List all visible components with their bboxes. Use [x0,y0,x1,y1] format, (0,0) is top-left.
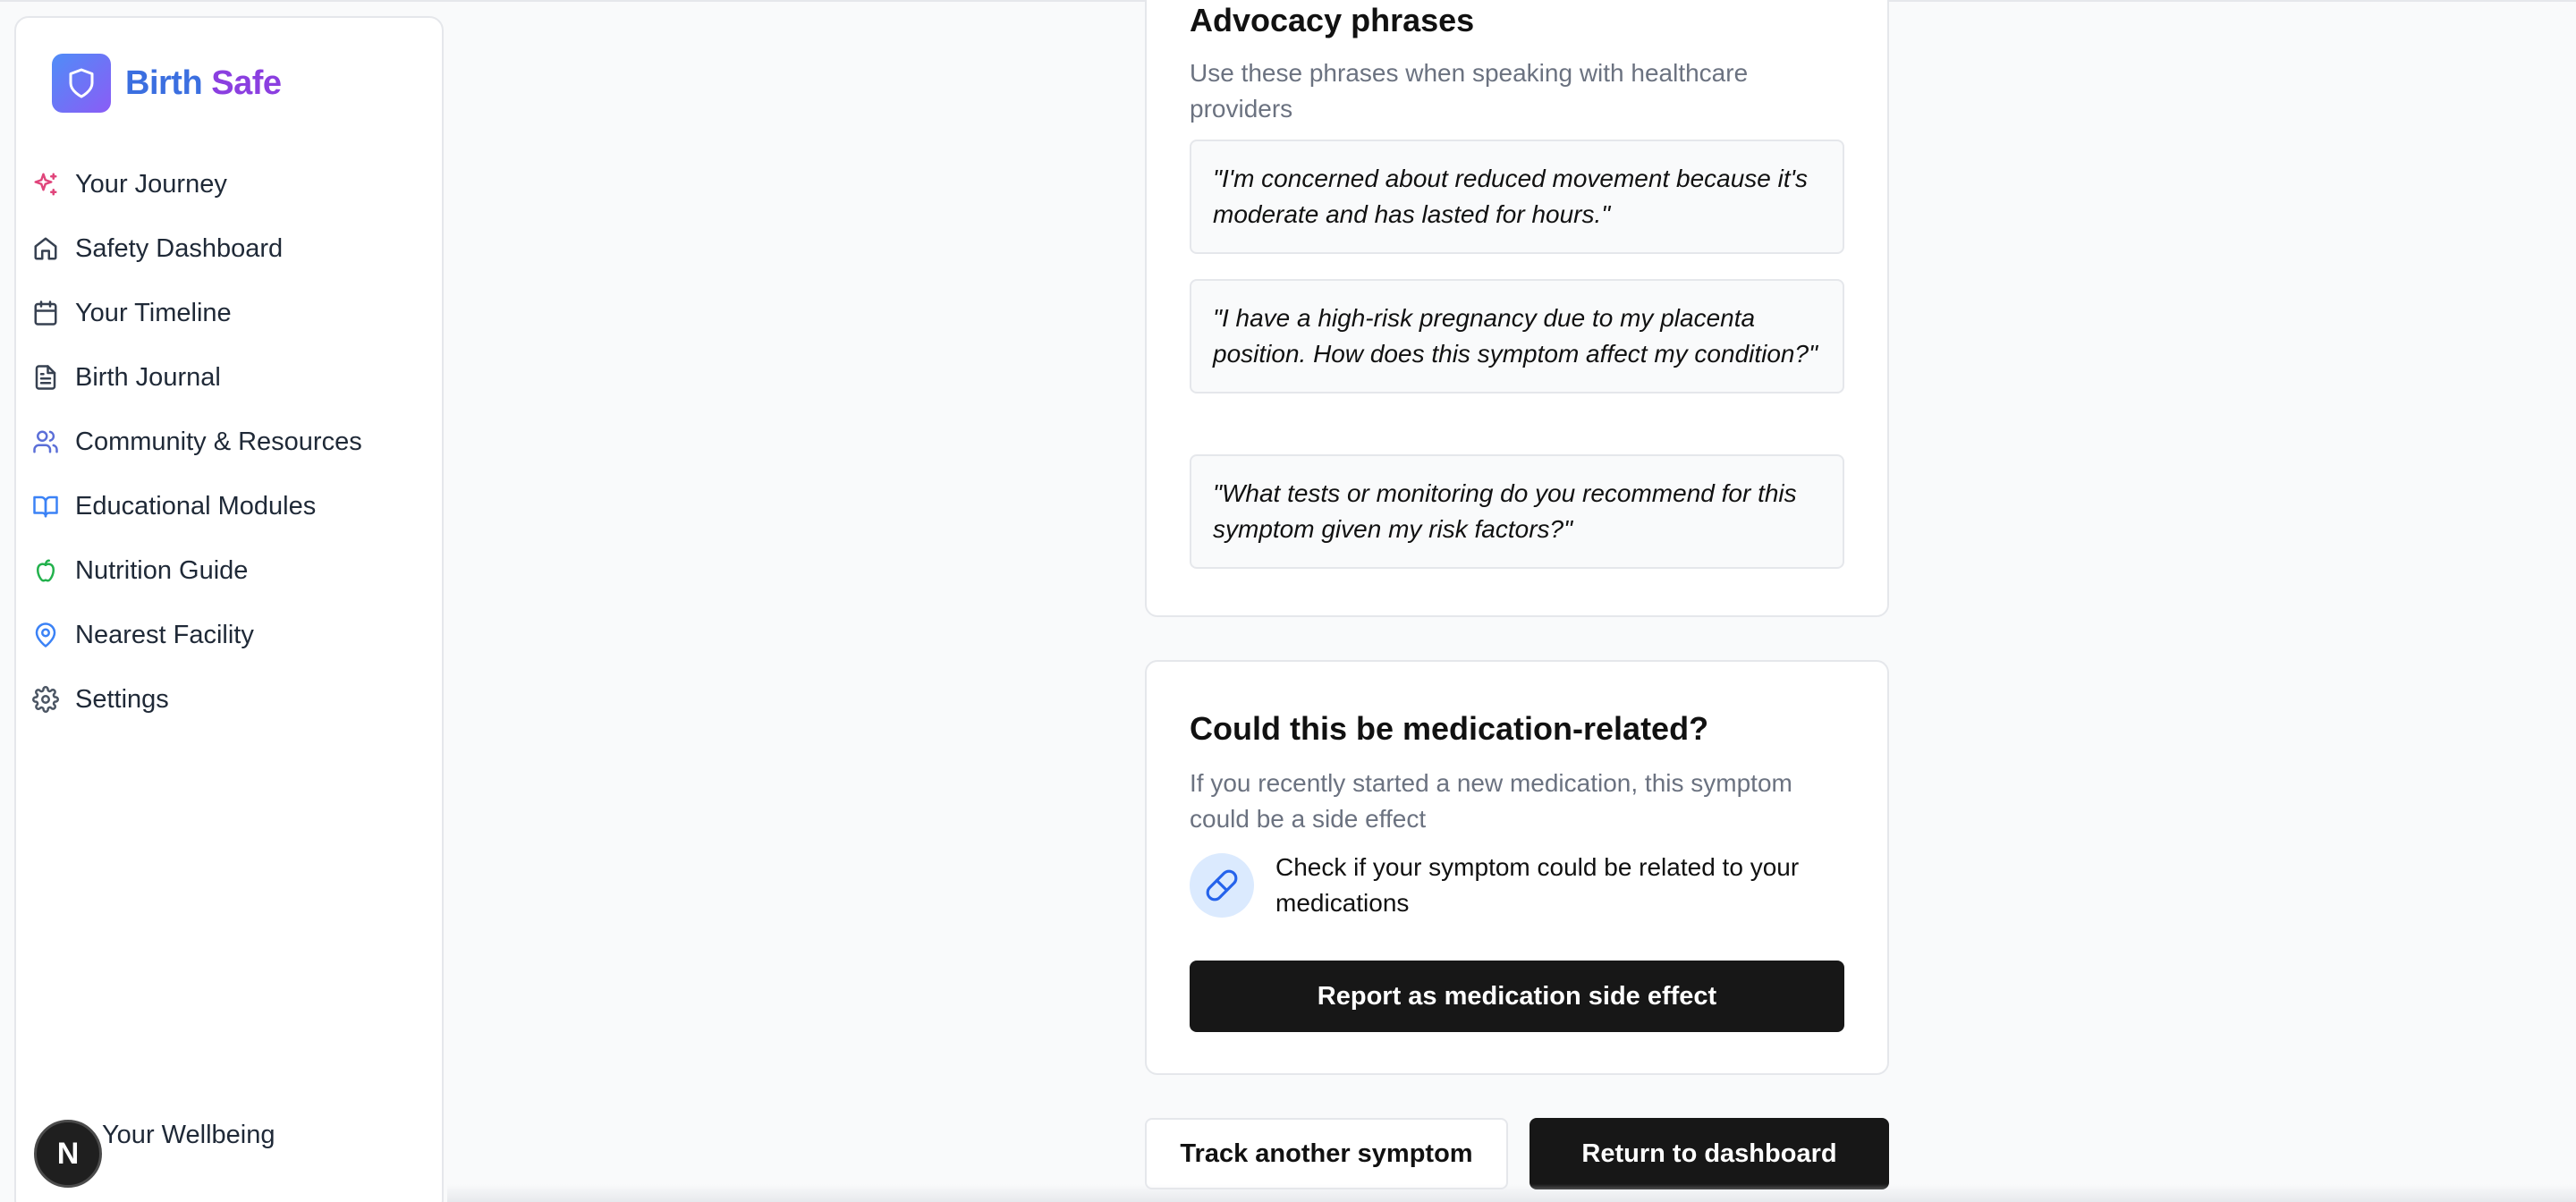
medication-card: Could this be medication-related? If you… [1145,660,1889,1075]
sidebar-item-nutrition-guide[interactable]: Nutrition Guide [30,538,424,603]
sparkles-icon [30,169,61,199]
advocacy-subtitle: Use these phrases when speaking with hea… [1190,59,1749,123]
apple-icon [30,555,61,586]
sidebar-item-your-timeline[interactable]: Your Timeline [30,281,424,345]
map-pin-icon [30,620,61,650]
users-icon [30,427,61,457]
sidebar-item-label: Your Wellbeing [102,1120,275,1149]
sidebar-item-birth-journal[interactable]: Birth Journal [30,345,424,410]
file-text-icon [30,362,61,393]
medication-check-text: Check if your symptom could be related t… [1275,853,1800,917]
sidebar-item-settings[interactable]: Settings [30,667,424,732]
brand-word-1: Birth [125,63,203,102]
calendar-icon [30,298,61,328]
pill-icon [1190,853,1254,918]
sidebar-item-label: Nutrition Guide [75,555,249,585]
sidebar-item-nearest-facility[interactable]: Nearest Facility [30,603,424,667]
sidebar: Birth Safe Your Journey Safety Dashboard [14,16,444,1202]
advocacy-phrase: "I have a high-risk pregnancy due to my … [1190,279,1844,394]
sidebar-item-label: Community & Resources [75,427,362,456]
book-open-icon [30,491,61,521]
brand-word-2: Safe [211,63,282,102]
sidebar-item-label: Nearest Facility [75,620,254,649]
home-icon [30,233,61,264]
advocacy-phrase: "I'm concerned about reduced movement be… [1190,140,1844,254]
brand-name: Birth Safe [125,64,282,103]
n-badge-button[interactable]: N [34,1120,102,1188]
gear-icon [30,684,61,715]
shield-logo-icon [52,54,111,113]
sidebar-nav: Your Journey Safety Dashboard Your Timel… [30,152,424,732]
sidebar-item-label: Your Journey [75,169,227,199]
report-side-effect-button[interactable]: Report as medication side effect [1190,961,1844,1032]
advocacy-card: Advocacy phrases Use these phrases when … [1145,0,1889,617]
brand[interactable]: Birth Safe [52,54,282,113]
medication-subtitle: If you recently started a new medication… [1190,769,1792,833]
return-to-dashboard-button[interactable]: Return to dashboard [1530,1118,1889,1189]
advocacy-title: Advocacy phrases [1190,2,1475,38]
sidebar-item-label: Settings [75,684,169,714]
sidebar-item-label: Your Timeline [75,298,232,327]
bottom-shadow [447,1184,2576,1202]
medication-check-row: Check if your symptom could be related t… [1190,853,1848,921]
sidebar-item-your-journey[interactable]: Your Journey [30,152,424,216]
sidebar-item-safety-dashboard[interactable]: Safety Dashboard [30,216,424,281]
sidebar-item-educational-modules[interactable]: Educational Modules [30,474,424,538]
sidebar-item-label: Safety Dashboard [75,233,284,263]
sidebar-item-community-resources[interactable]: Community & Resources [30,410,424,474]
sidebar-item-label: Birth Journal [75,362,221,392]
advocacy-phrase: "What tests or monitoring do you recomme… [1190,454,1844,569]
track-another-symptom-button[interactable]: Track another symptom [1145,1118,1508,1189]
medication-title: Could this be medication-related? [1190,710,1709,747]
sidebar-item-label: Educational Modules [75,491,317,521]
